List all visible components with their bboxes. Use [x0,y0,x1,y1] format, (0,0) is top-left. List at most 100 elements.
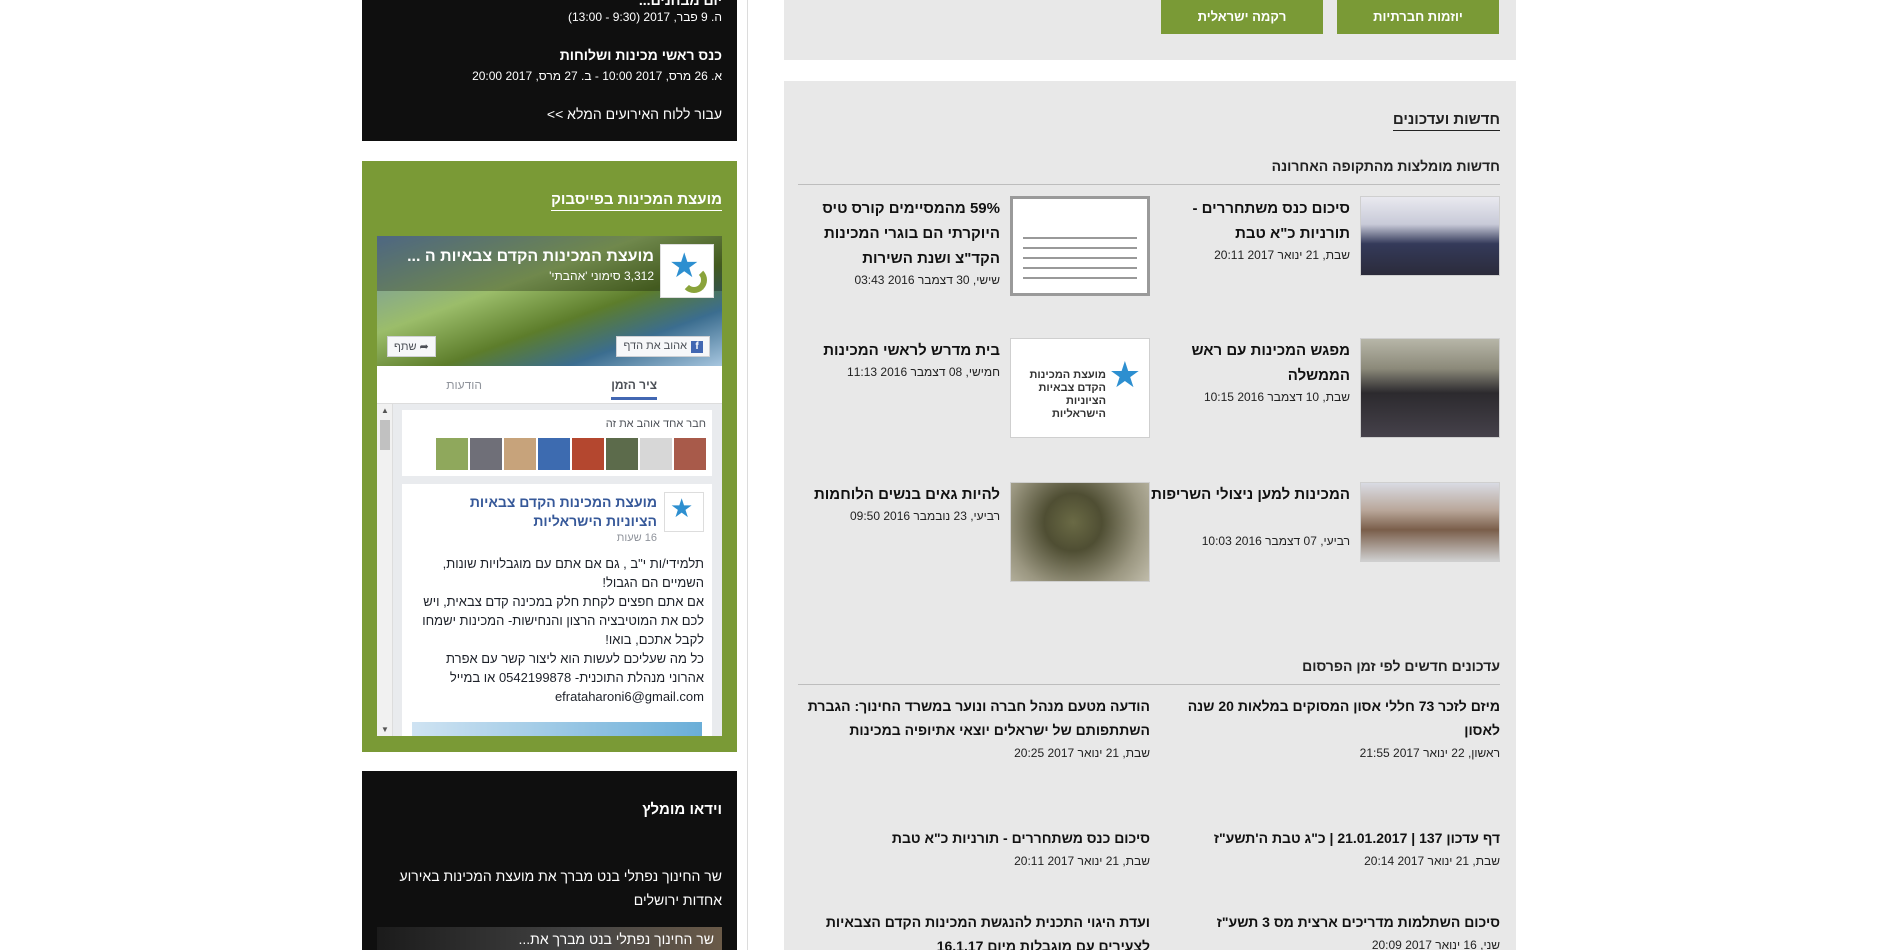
news-card-title[interactable]: בית מדרש לראשי המכינות [800,338,1000,363]
video-box: וידאו מומלץ שר החינוך נפתלי בנט מברך את … [362,771,737,950]
news-card[interactable]: המכינות למען ניצולי השריפות רביעי, 07 דצ… [1150,482,1500,582]
tags-panel: יוזמות חברתיות רקמה ישראלית [784,0,1516,60]
facebook-tabs: ציר הזמן הודעות [377,366,722,404]
tab-messages[interactable]: הודעות [446,378,482,392]
news-thumbnail[interactable] [1360,338,1500,438]
section-divider [798,184,1500,185]
post-paragraph: אם אתם חפצים לקחת חלק במכינה קדם צבאית, … [422,594,704,647]
calendar-link[interactable]: עבור ללוח האירועים המלא >> [547,106,722,122]
crescent-icon [681,267,707,293]
scroll-down-icon[interactable]: ▼ [381,725,389,734]
news-card[interactable]: 59% מהמסיימים קורס טיס היוקרתי הם בוגרי … [800,196,1150,296]
video-description[interactable]: שר החינוך נפתלי בנט מברך את מועצת המכינו… [392,864,723,912]
friends-like-box: חבר אחד אוהב את זה [402,410,712,476]
post-paragraph: כל מה שעליכם לעשות הוא ליצור קשר עם אפרת… [446,651,704,704]
post-author[interactable]: מועצת המכינות הקדם צבאיות הציוניות הישרא… [427,493,657,531]
avatar[interactable] [674,438,706,470]
star-icon: ★ [1108,354,1141,395]
news-card-date: רביעי, 23 נובמבר 2016 09:50 [849,509,1000,523]
news-card-title[interactable]: המכינות למען ניצולי השריפות [1150,482,1350,507]
star-icon: ★ [670,493,694,523]
update-title[interactable]: מיזם לזכר 73 חללי אסון המסוקים במלאות 20… [1170,694,1500,742]
facebook-widget: ★ מועצת המכינות הקדם צבאיות ה ... 3,312 … [377,236,722,736]
sidebar: יום מבחנים... ה. 9 פבר, 2017 (9:30 - 13:… [362,0,737,950]
column-divider [747,0,748,950]
post-time[interactable]: 16 שעות [617,532,657,544]
news-thumbnail[interactable] [1360,482,1500,562]
avatar[interactable] [436,438,468,470]
updates-heading: עדכונים חדשים לפי זמן הפרסום [1302,658,1500,674]
event-date: א. 26 מרס, 2017 10:00 - ב. 27 מרס, 2017 … [472,69,722,83]
like-page-button[interactable]: f אהוב את הדף [616,336,710,357]
news-card-title[interactable]: 59% מהמסיימים קורס טיס היוקרתי הם בוגרי … [800,196,1000,271]
news-card[interactable]: להיות גאים בנשים הלוחמות רביעי, 23 נובמב… [800,482,1150,582]
tag-social-initiatives-button[interactable]: יוזמות חברתיות [1337,0,1499,34]
friends-avatars [436,438,706,470]
update-item[interactable]: מיזם לזכר 73 חללי אסון המסוקים במלאות 20… [1170,694,1500,760]
news-panel: חדשות ועדכונים חדשות מומלצות מהתקופה האח… [784,81,1516,950]
update-date: ראשון, 22 ינואר 2017 21:55 [1359,746,1500,760]
avatar[interactable] [572,438,604,470]
update-item[interactable]: סיכום השתלמות מדריכים ארצית מס 3 תשע"ז ש… [1170,910,1500,950]
news-card[interactable]: ★ מועצת המכינות הקדם צבאיות הציוניות היש… [800,338,1150,438]
share-button[interactable]: ➦ שתף [387,336,436,357]
news-card-date: חמישי, 08 דצמבר 2016 11:13 [847,365,1000,379]
post-body: תלמידי/ות י"ב , גם אם אתם עם מוגבלויות ש… [409,554,704,706]
post-author-logo[interactable]: ★ [664,492,704,532]
video-thumb-title: שר החינוך נפתלי בנט מברך את... [518,931,715,947]
feed-scrollbar[interactable]: ▲ ▼ [377,404,393,736]
update-title[interactable]: הודעה מטעם מנהל חברה ונוער במשרד החינוך:… [800,694,1150,742]
update-title[interactable]: דף עדכון 137 | 21.01.2017 | כ"ג טבת ה'תש… [1170,826,1500,850]
event-title[interactable]: יום מבחנים... [639,0,722,8]
scrollbar-thumb[interactable] [380,420,390,450]
update-date: שבת, 21 ינואר 2017 20:25 [1014,746,1150,760]
facebook-box: מועצת המכינות בפייסבוק ★ מועצת המכינות ה… [362,161,737,752]
news-card[interactable]: סיכום כנס משתחררים - תורניות כ"א טבת שבת… [1150,196,1500,296]
facebook-feed[interactable]: ▲ ▼ חבר אחד אוהב את זה ★ מועצת המכינות ה… [377,404,722,736]
like-page-label: אהוב את הדף [623,340,687,352]
avatar[interactable] [470,438,502,470]
avatar[interactable] [504,438,536,470]
update-date: שני, 16 ינואר 2017 20:09 [1371,938,1500,950]
post-image[interactable] [412,722,702,736]
update-item[interactable]: ועדת היגוי התכנית להנגשת המכינות הקדם הצ… [800,910,1150,950]
avatar[interactable] [538,438,570,470]
news-thumbnail[interactable] [1360,196,1500,276]
share-icon: ➦ [416,341,429,353]
news-card-title[interactable]: להיות גאים בנשים הלוחמות [800,482,1000,507]
update-title[interactable]: ועדת היגוי התכנית להנגשת המכינות הקדם הצ… [800,910,1150,950]
share-label: שתף [394,341,417,353]
tag-israeli-fabric-button[interactable]: רקמה ישראלית [1161,0,1323,34]
video-section-title: וידאו מומלץ [642,801,722,818]
update-item[interactable]: סיכום כנס משתחררים - תורניות כ"א טבת שבת… [800,826,1150,868]
video-player[interactable]: שר החינוך נפתלי בנט מברך את... [377,927,722,950]
update-item[interactable]: דף עדכון 137 | 21.01.2017 | כ"ג טבת ה'תש… [1170,826,1500,868]
news-thumbnail[interactable] [1010,196,1150,296]
scroll-up-icon[interactable]: ▲ [381,406,389,415]
facebook-post: ★ מועצת המכינות הקדם צבאיות הציוניות היש… [402,484,712,736]
event-title[interactable]: כנס ראשי מכינות ושלוחות [560,47,722,63]
news-card[interactable]: מפגש המכינות עם ראש הממשלה שבת, 10 דצמבר… [1150,338,1500,438]
update-title[interactable]: סיכום השתלמות מדריכים ארצית מס 3 תשע"ז [1170,910,1500,934]
avatar[interactable] [640,438,672,470]
news-card-title[interactable]: מפגש המכינות עם ראש הממשלה [1150,338,1350,388]
tab-timeline[interactable]: ציר הזמן [611,378,657,400]
news-card-date: שבת, 10 דצמבר 2016 10:15 [1203,390,1350,404]
facebook-page-name[interactable]: מועצת המכינות הקדם צבאיות ה ... [407,248,654,266]
news-card-date: שישי, 30 דצמבר 2016 03:43 [854,273,1000,287]
news-thumbnail[interactable]: ★ מועצת המכינות הקדם צבאיות הציוניות היש… [1010,338,1150,438]
page-logo[interactable]: ★ [660,244,714,298]
update-title[interactable]: סיכום כנס משתחררים - תורניות כ"א טבת [800,826,1150,850]
friends-like-text: חבר אחד אוהב את זה [605,418,706,430]
update-item[interactable]: הודעה מטעם מנהל חברה ונוער במשרד החינוך:… [800,694,1150,760]
event-date: ה. 9 פבר, 2017 (9:30 - 13:00) [568,10,722,24]
facebook-section-title: מועצת המכינות בפייסבוק [551,191,722,211]
news-card-date: שבת, 21 ינואר 2017 20:11 [1214,248,1350,262]
events-box: יום מבחנים... ה. 9 פבר, 2017 (9:30 - 13:… [362,0,737,141]
news-thumbnail[interactable] [1010,482,1150,582]
facebook-likes-count: 3,312 סימוני 'אהבתי' [549,269,654,283]
news-card-title[interactable]: סיכום כנס משתחררים - תורניות כ"א טבת [1150,196,1350,246]
update-date: שבת, 21 ינואר 2017 20:11 [1014,854,1150,868]
facebook-icon: f [691,341,703,353]
avatar[interactable] [606,438,638,470]
